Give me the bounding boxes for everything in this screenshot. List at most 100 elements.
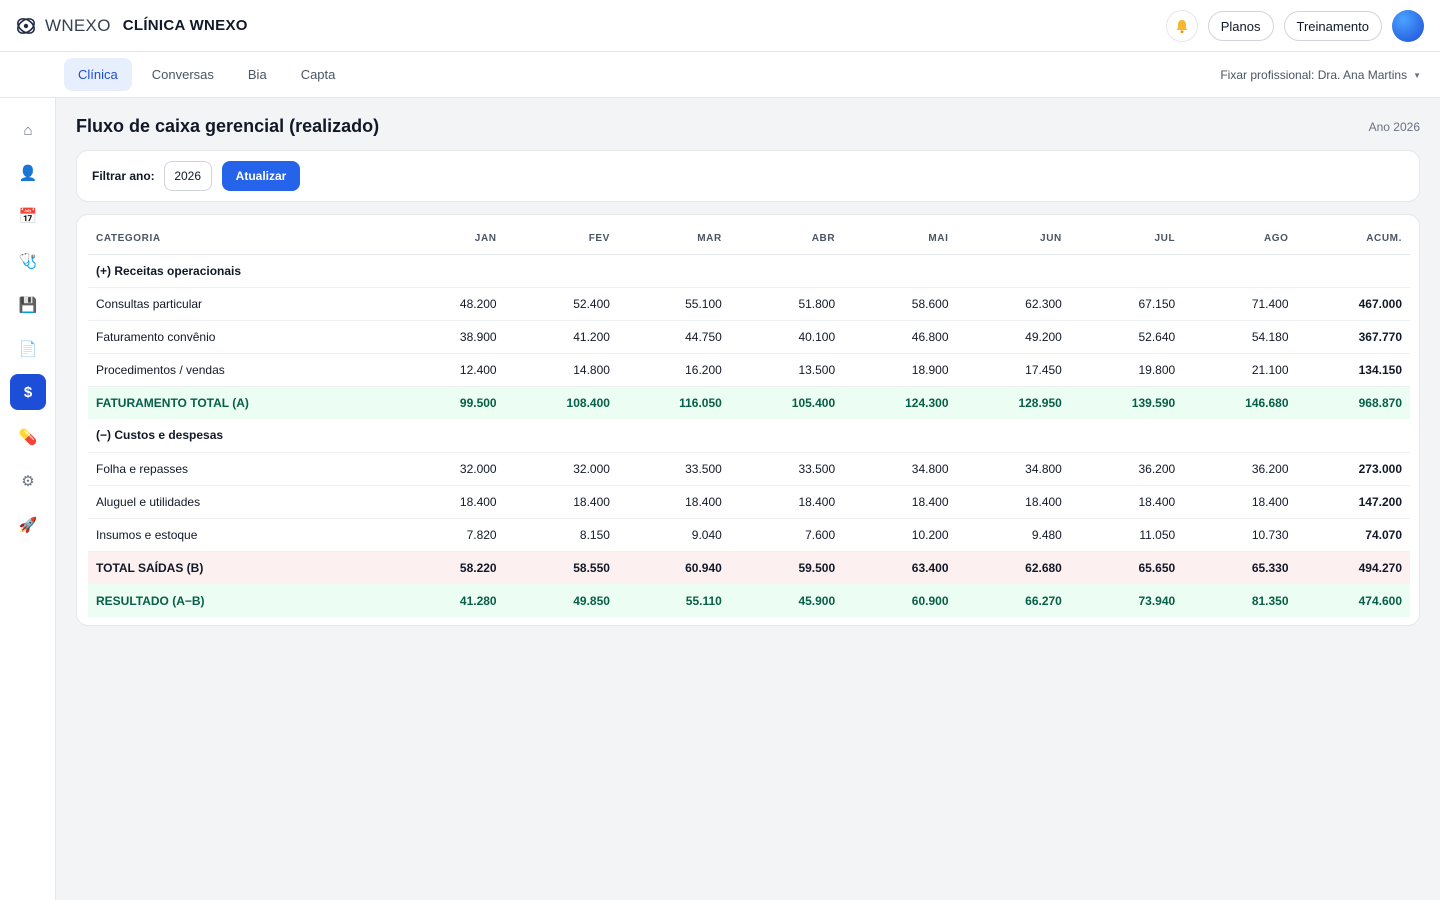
sidebar-item-clinical[interactable]: 🩺 <box>10 243 46 279</box>
month-value-cell: 19.800 <box>1069 353 1184 387</box>
month-value-cell: 146.680 <box>1183 386 1297 419</box>
sidebar-item-finance[interactable]: $ <box>10 374 46 410</box>
tab-clinica[interactable]: Clínica <box>64 58 132 91</box>
month-value-cell: 10.200 <box>843 518 957 552</box>
tab-capta[interactable]: Capta <box>287 58 350 91</box>
update-button[interactable]: Atualizar <box>221 161 301 191</box>
sidebar-item-records[interactable]: 💾 <box>10 287 46 323</box>
month-value-cell: 45.900 <box>729 584 844 617</box>
month-value-cell: 128.950 <box>956 386 1070 419</box>
month-value-cell: 18.400 <box>729 485 844 519</box>
month-value-cell <box>406 419 505 453</box>
month-value-cell: 65.330 <box>1183 551 1297 584</box>
month-value-cell <box>406 254 505 288</box>
month-value-cell <box>504 254 618 288</box>
month-value-cell: 18.400 <box>1183 485 1297 519</box>
sidebar-item-patients[interactable]: 👤 <box>10 155 46 191</box>
month-value-cell: 32.000 <box>504 452 618 486</box>
category-cell: RESULTADO (A−B) <box>88 584 406 617</box>
tab-conversas[interactable]: Conversas <box>138 58 228 91</box>
month-value-cell: 116.050 <box>617 386 730 419</box>
month-value-cell: 58.600 <box>843 287 957 321</box>
category-cell: Consultas particular <box>88 287 406 321</box>
month-value-cell: 67.150 <box>1069 287 1184 321</box>
sidebar-item-documents[interactable]: 📄 <box>10 331 46 367</box>
month-value-cell: 38.900 <box>406 320 505 354</box>
month-value-cell <box>617 419 730 453</box>
month-value-cell: 18.400 <box>617 485 730 519</box>
table-row: (−) Custos e despesas <box>88 419 1410 453</box>
column-header: FEV <box>504 223 618 255</box>
chevron-down-icon: ▼ <box>1413 70 1421 80</box>
training-button[interactable]: Treinamento <box>1283 11 1382 41</box>
table-row: Procedimentos / vendas 12.400 14.800 16.200… <box>88 353 1410 387</box>
sidebar-item-settings[interactable]: ⚙ <box>10 463 46 499</box>
accumulated-cell: 968.870 <box>1296 386 1410 419</box>
tab-bia[interactable]: Bia <box>234 58 281 91</box>
month-value-cell: 54.180 <box>1183 320 1297 354</box>
table-header-row: CATEGORIA JAN FEV MAR ABR MAI JUN JUL AGO ACUM. <box>88 223 1410 255</box>
column-header: JUL <box>1069 223 1184 255</box>
month-value-cell: 58.550 <box>504 551 618 584</box>
month-value-cell: 73.940 <box>1069 584 1184 617</box>
records-icon: 💾 <box>18 297 38 314</box>
cash-flow-table: CATEGORIA JAN FEV MAR ABR MAI JUN JUL AGO ACUM. (… <box>88 223 1410 617</box>
sidebar-item-calendar[interactable]: 📅 <box>10 198 46 234</box>
filter-card: Filtrar ano: 2026 Atualizar <box>76 150 1420 202</box>
bell-icon <box>1176 19 1188 33</box>
table-row: (+) Receitas operacionais <box>88 254 1410 288</box>
month-value-cell: 7.820 <box>406 518 505 552</box>
month-value-cell: 18.400 <box>406 485 505 519</box>
plans-button[interactable]: Planos <box>1207 11 1274 41</box>
pin-professional-select[interactable]: Fixar profissional: Dra. Ana Martins ▼ <box>1220 68 1421 82</box>
accumulated-cell: 134.150 <box>1296 353 1410 387</box>
month-value-cell: 14.800 <box>504 353 618 387</box>
year-input[interactable]: 2026 <box>163 161 212 191</box>
month-value-cell <box>956 254 1070 288</box>
pin-professional-label: Fixar profissional: Dra. Ana Martins <box>1220 68 1408 82</box>
column-header: CATEGORIA <box>88 223 406 255</box>
category-cell: (+) Receitas operacionais <box>88 254 406 288</box>
accumulated-cell: 494.270 <box>1296 551 1410 584</box>
month-value-cell: 11.050 <box>1069 518 1184 552</box>
category-cell: FATURAMENTO TOTAL (A) <box>88 386 406 419</box>
month-value-cell <box>1183 254 1297 288</box>
month-value-cell: 105.400 <box>729 386 844 419</box>
month-value-cell: 48.200 <box>406 287 505 321</box>
month-value-cell: 21.100 <box>1183 353 1297 387</box>
avatar[interactable] <box>1392 10 1424 42</box>
sidebar: ⌂ 👤 📅 🩺 💾 📄 $ 💊 ⚙ 🚀 <box>0 98 56 900</box>
month-value-cell: 40.100 <box>729 320 844 354</box>
table-row: Insumos e estoque 7.820 8.150 9.040 7.600 10.… <box>88 518 1410 552</box>
notifications-button[interactable] <box>1165 10 1198 42</box>
month-value-cell: 49.200 <box>956 320 1070 354</box>
month-value-cell: 34.800 <box>956 452 1070 486</box>
month-value-cell: 41.280 <box>406 584 505 617</box>
month-value-cell: 62.680 <box>956 551 1070 584</box>
dollar-icon: $ <box>23 383 33 401</box>
month-value-cell: 81.350 <box>1183 584 1297 617</box>
month-value-cell: 9.040 <box>617 518 730 552</box>
month-value-cell: 18.400 <box>504 485 618 519</box>
category-cell: TOTAL SAÍDAS (B) <box>88 551 406 584</box>
accumulated-cell <box>1296 419 1410 453</box>
brand[interactable]: WNEXO <box>14 13 111 39</box>
month-value-cell: 59.500 <box>729 551 844 584</box>
sidebar-item-launch[interactable]: 🚀 <box>10 507 46 543</box>
sidebar-item-home[interactable]: ⌂ <box>10 112 46 148</box>
month-value-cell: 139.590 <box>1069 386 1184 419</box>
month-value-cell: 18.400 <box>843 485 957 519</box>
category-cell: Procedimentos / vendas <box>88 353 406 387</box>
pill-icon: 💊 <box>18 429 38 446</box>
month-value-cell: 34.800 <box>843 452 957 486</box>
month-value-cell: 99.500 <box>406 386 505 419</box>
accumulated-cell: 273.000 <box>1296 452 1410 486</box>
month-value-cell <box>1069 254 1184 288</box>
table-row: TOTAL SAÍDAS (B) 58.220 58.550 60.940 59.500… <box>88 551 1410 584</box>
month-value-cell <box>1069 419 1184 453</box>
sidebar-item-inventory[interactable]: 💊 <box>10 419 46 455</box>
table-row: Faturamento convênio 38.900 41.200 44.750 40… <box>88 320 1410 354</box>
accumulated-cell <box>1296 254 1410 288</box>
month-value-cell: 18.400 <box>1069 485 1184 519</box>
category-cell: Insumos e estoque <box>88 518 406 552</box>
